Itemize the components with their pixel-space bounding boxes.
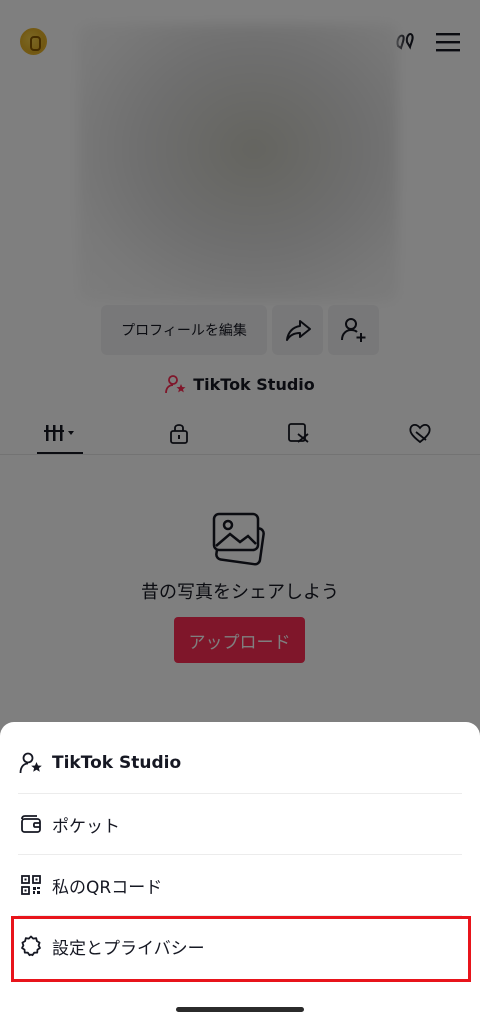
wallet-icon [18, 811, 44, 837]
menu-item-tiktok-studio[interactable]: TikTok Studio [18, 733, 462, 793]
menu-item-my-qr-code[interactable]: 私のQRコード [18, 855, 462, 915]
menu-item-label: 私のQRコード [52, 877, 163, 898]
highlight-box [11, 916, 471, 982]
menu-item-label: TikTok Studio [52, 753, 182, 773]
menu-item-label: ポケット [52, 816, 120, 837]
menu-item-pocket[interactable]: ポケット [18, 794, 462, 854]
person-star-icon [18, 750, 44, 776]
qr-code-icon [18, 872, 44, 898]
home-indicator[interactable] [176, 1007, 304, 1012]
